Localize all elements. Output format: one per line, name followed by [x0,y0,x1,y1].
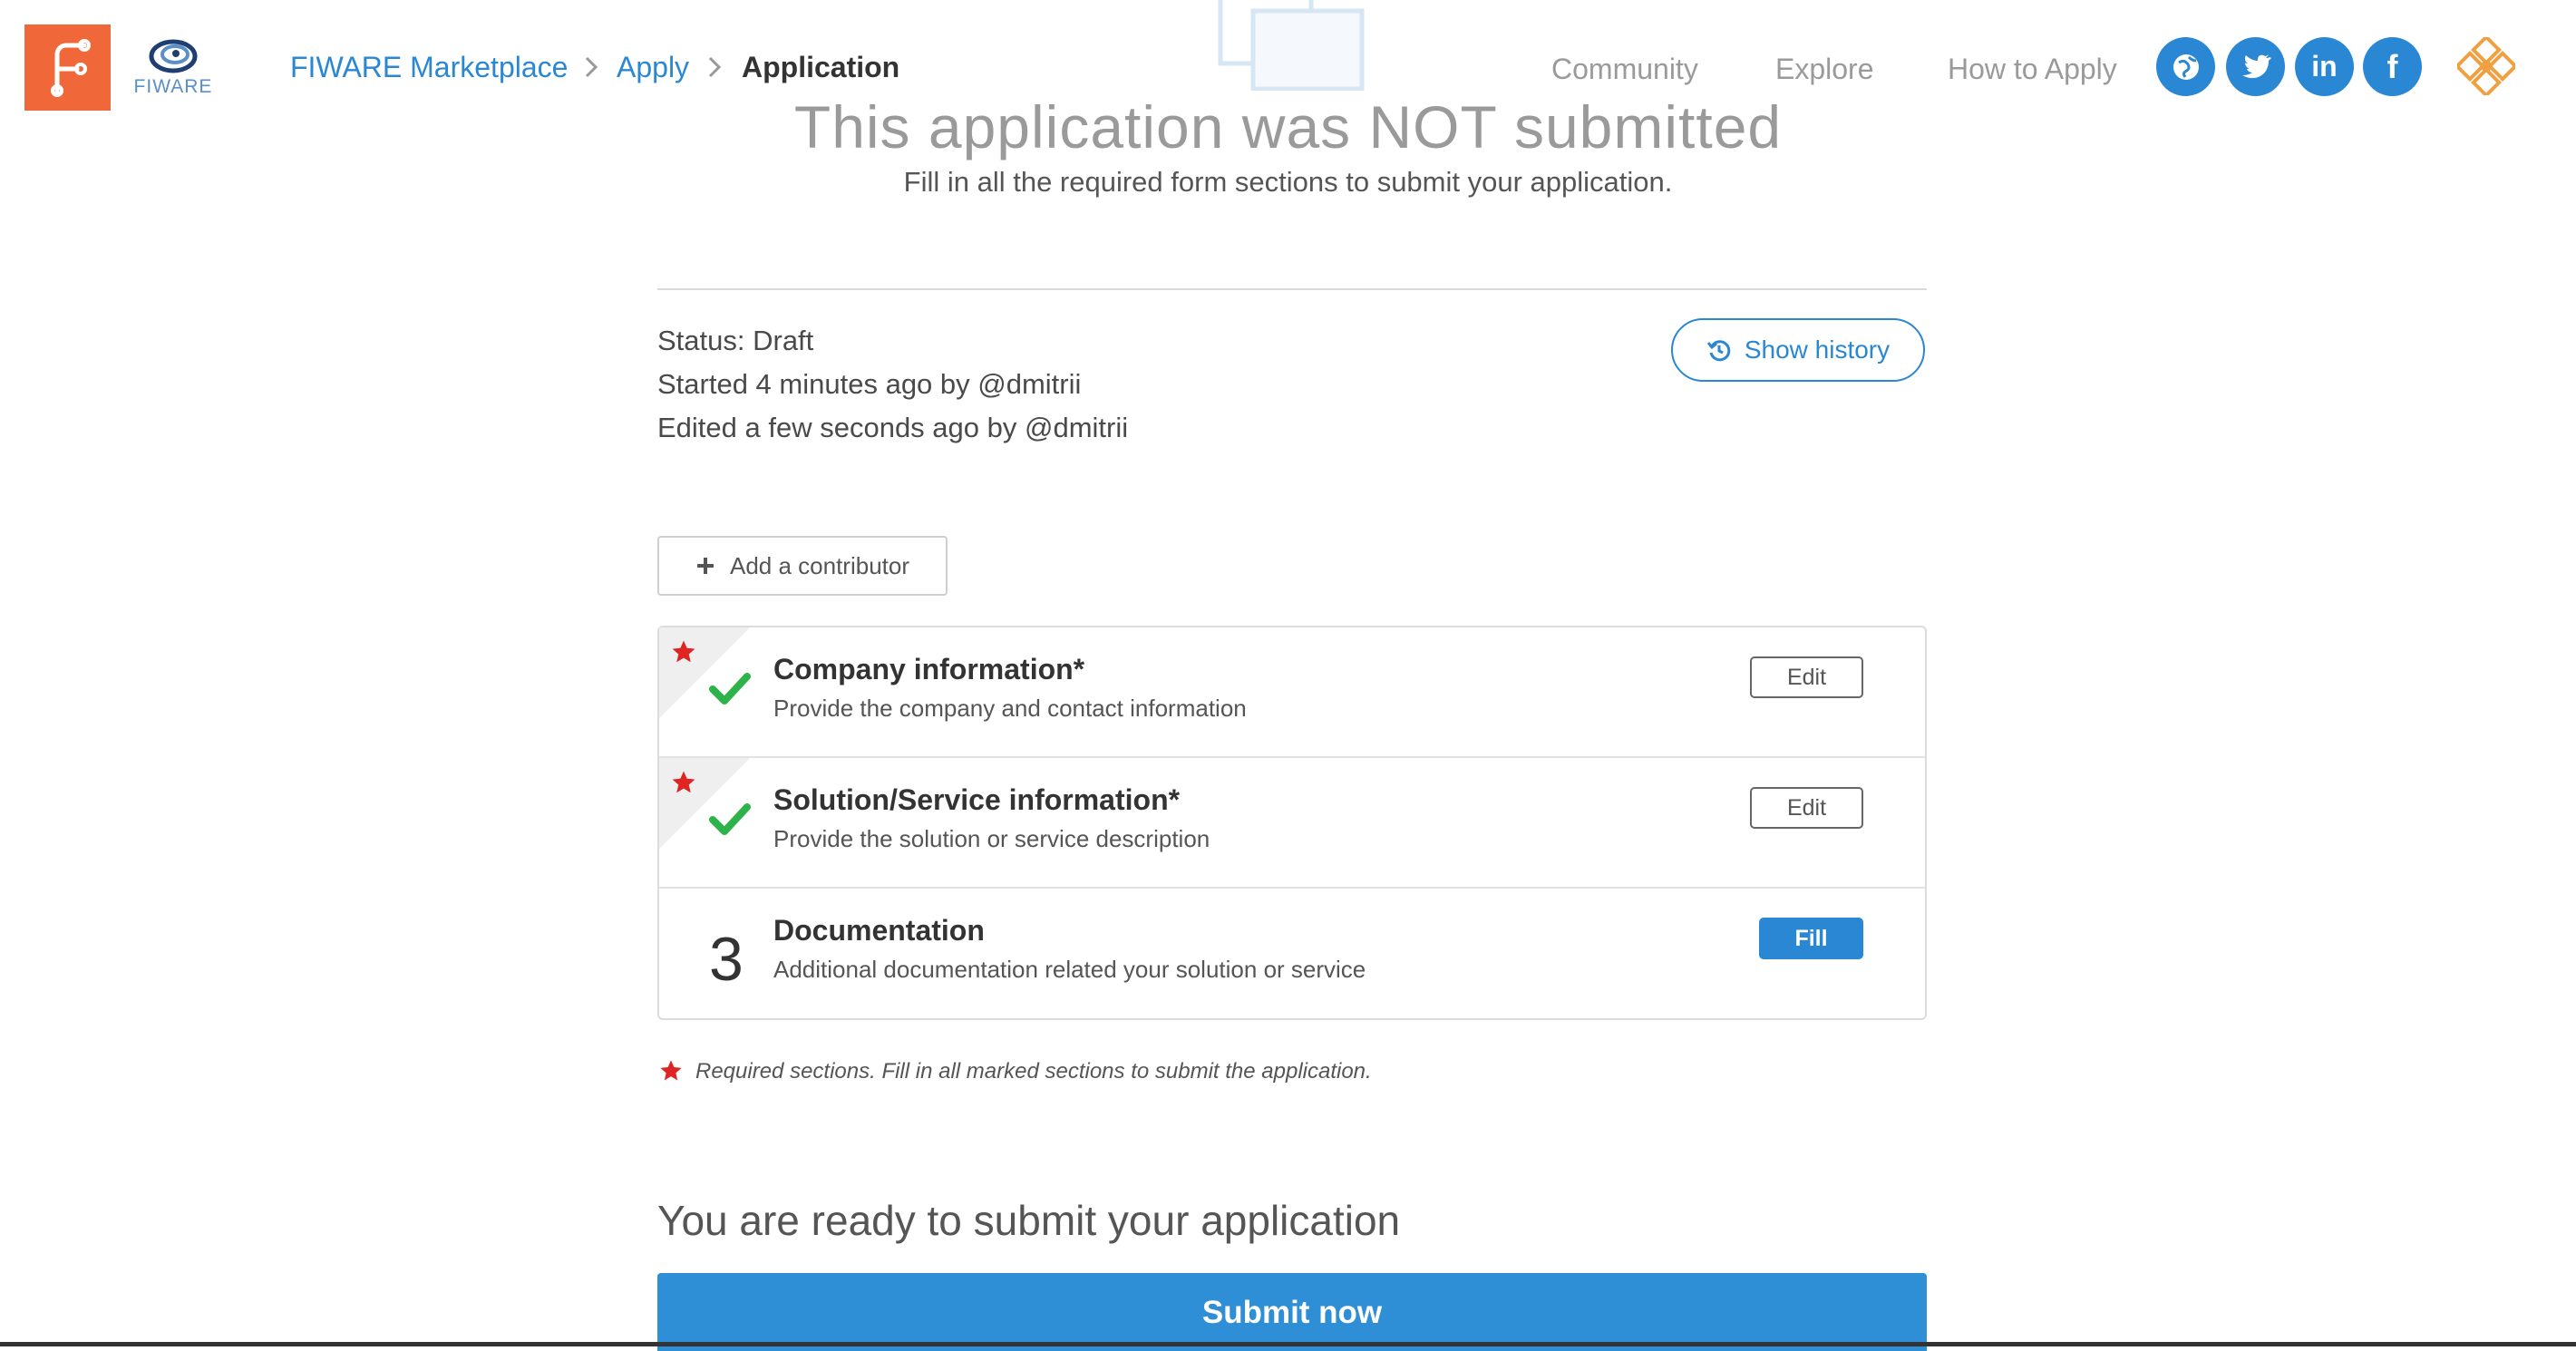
fiware-swirl-icon [149,39,198,73]
section-number: 3 [709,925,744,994]
nav-how-to-apply[interactable]: How to Apply [1948,51,2117,87]
add-contributor-label: Add a contributor [729,551,909,579]
edit-company-button[interactable]: Edit [1750,656,1863,698]
chevron-right-icon [585,56,598,78]
started-text: Started 4 minutes ago by @dmitrii [657,368,1082,400]
required-star-icon [672,640,695,663]
status-text: Status: Draft [657,325,814,356]
fill-documentation-button[interactable]: Fill [1759,918,1863,959]
edit-solution-button[interactable]: Edit [1750,787,1863,829]
nav-community[interactable]: Community [1551,51,1698,87]
fiware-marketplace-logo[interactable] [24,24,111,111]
nav-explore[interactable]: Explore [1775,51,1874,87]
chevron-right-icon [708,56,722,78]
divider [657,288,1927,290]
bottom-edge [0,1342,2576,1346]
checkmark-icon [709,673,751,705]
twitter-icon[interactable] [2226,37,2285,96]
show-history-label: Show history [1744,335,1891,364]
submit-now-button[interactable]: Submit now [657,1273,1927,1351]
section-description: Additional documentation related your so… [773,956,1366,983]
header: FIWARE FIWARE Marketplace Apply Applicat… [0,0,2576,136]
section-description: Provide the company and contact informat… [773,695,1247,722]
globe-icon[interactable] [2156,37,2215,96]
required-sections-note: Required sections. Fill in all marked se… [695,1059,1372,1084]
required-star-icon [672,771,695,793]
application-documents-icon [1218,0,1365,91]
section-company-information: Company information* Provide the company… [659,627,1925,758]
history-icon [1706,340,1731,362]
section-title: Solution/Service information* [773,783,1181,816]
section-description: Provide the solution or service descript… [773,825,1210,852]
facebook-icon[interactable]: f [2363,37,2422,96]
breadcrumb-marketplace[interactable]: FIWARE Marketplace [290,49,568,85]
section-title: Documentation [773,914,985,947]
required-star-icon [660,1060,682,1081]
plus-icon [696,558,714,574]
section-documentation: 3 Documentation Additional documentation… [659,889,1925,1019]
section-title: Company information* [773,653,1085,685]
show-history-button[interactable]: Show history [1671,318,1925,382]
breadcrumb-application: Application [742,51,900,83]
page-subtitle: Fill in all the required form sections t… [903,166,1673,198]
section-solution-information: Solution/Service information* Provide th… [659,758,1925,889]
linkedin-icon[interactable]: in [2295,37,2354,96]
user-avatar[interactable] [2457,37,2515,95]
fiware-logo[interactable]: FIWARE [132,36,214,102]
fiware-logo-text: FIWARE [133,76,213,97]
checkmark-icon [709,803,751,835]
marketplace-f-icon [50,38,91,97]
ready-to-submit-heading: You are ready to submit your application [657,1197,1401,1244]
add-contributor-button[interactable]: Add a contributor [657,536,948,596]
breadcrumb-apply[interactable]: Apply [617,49,689,85]
form-sections: Company information* Provide the company… [657,626,1927,1020]
edited-text: Edited a few seconds ago by @dmitrii [657,412,1129,443]
